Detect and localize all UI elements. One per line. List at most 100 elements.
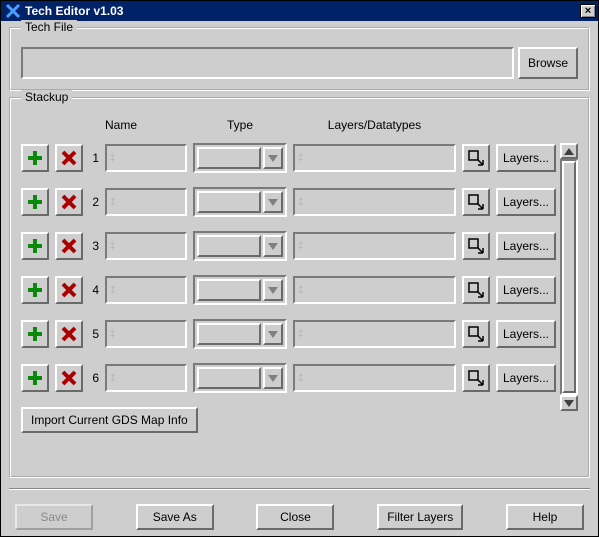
layers-datatypes-input[interactable] [293,276,456,304]
chevron-down-icon [564,400,574,407]
add-row-button[interactable] [21,232,49,260]
plus-icon [26,193,44,211]
name-input[interactable] [105,320,187,348]
stackup-legend: Stackup [21,90,72,104]
type-display [197,235,261,257]
add-row-button[interactable] [21,364,49,392]
type-dropdown[interactable] [193,363,287,393]
save-as-button[interactable]: Save As [136,504,214,530]
stackup-row: 4 Layers... [21,275,556,305]
add-row-button[interactable] [21,320,49,348]
save-button[interactable]: Save [15,504,93,530]
techfile-group: Tech File Browse [9,27,590,91]
plus-icon [26,281,44,299]
scroll-down-button[interactable] [560,395,578,411]
dropdown-arrow-button[interactable] [263,147,283,169]
row-number: 1 [89,151,99,165]
delete-row-button[interactable] [55,144,83,172]
app-icon [5,3,21,19]
plus-icon [26,369,44,387]
browse-button[interactable]: Browse [518,47,578,79]
pick-layers-button[interactable] [462,364,490,392]
dropdown-arrow-button[interactable] [263,191,283,213]
pick-layers-button[interactable] [462,320,490,348]
layers-button[interactable]: Layers... [496,232,556,260]
plus-icon [26,237,44,255]
name-input[interactable] [105,364,187,392]
pick-layers-button[interactable] [462,188,490,216]
techfile-path-input[interactable] [21,47,514,79]
import-gds-button[interactable]: Import Current GDS Map Info [21,407,198,433]
type-dropdown[interactable] [193,319,287,349]
row-number: 3 [89,239,99,253]
pick-layers-button[interactable] [462,144,490,172]
x-icon [60,149,78,167]
layers-button[interactable]: Layers... [496,276,556,304]
scroll-trough[interactable] [560,159,578,395]
layers-datatypes-input[interactable] [293,232,456,260]
dropdown-arrow-button[interactable] [263,367,283,389]
filter-layers-button[interactable]: Filter Layers [377,504,463,530]
bottom-button-bar: Save Save As Close Filter Layers Help [9,496,590,532]
dropdown-arrow-button[interactable] [263,279,283,301]
x-icon [60,281,78,299]
name-input[interactable] [105,276,187,304]
window-close-button[interactable]: × [580,4,596,18]
layers-datatypes-input[interactable] [293,144,456,172]
row-number: 5 [89,327,99,341]
stackup-row: 3 Layers... [21,231,556,261]
type-display [197,323,261,345]
window-title: Tech Editor v1.03 [25,4,580,18]
type-dropdown[interactable] [193,143,287,173]
delete-row-button[interactable] [55,232,83,260]
chevron-down-icon [268,155,278,162]
name-input[interactable] [105,232,187,260]
dropdown-arrow-button[interactable] [263,323,283,345]
layers-datatypes-input[interactable] [293,364,456,392]
row-number: 4 [89,283,99,297]
stackup-row: 2 Layers... [21,187,556,217]
layers-button[interactable]: Layers... [496,144,556,172]
plus-icon [26,325,44,343]
type-display [197,367,261,389]
pick-layers-button[interactable] [462,232,490,260]
scroll-up-button[interactable] [560,143,578,159]
type-dropdown[interactable] [193,275,287,305]
delete-row-button[interactable] [55,320,83,348]
name-input[interactable] [105,144,187,172]
type-dropdown[interactable] [193,231,287,261]
delete-row-button[interactable] [55,188,83,216]
tech-editor-window: Tech Editor v1.03 × Tech File Browse Sta… [0,0,599,537]
layers-button[interactable]: Layers... [496,188,556,216]
stackup-scrollbar[interactable] [560,143,578,411]
layers-button[interactable]: Layers... [496,364,556,392]
titlebar[interactable]: Tech Editor v1.03 × [1,1,598,21]
stackup-group: Stackup Name Type Layers/Datatypes [9,97,590,478]
stackup-row: 6 Layers... [21,363,556,393]
add-row-button[interactable] [21,276,49,304]
layers-button[interactable]: Layers... [496,320,556,348]
header-name: Name [105,118,187,132]
x-icon [60,369,78,387]
type-dropdown[interactable] [193,187,287,217]
pick-arrow-icon [467,369,485,387]
scroll-thumb[interactable] [562,161,576,393]
delete-row-button[interactable] [55,276,83,304]
pick-layers-button[interactable] [462,276,490,304]
chevron-up-icon [564,148,574,155]
delete-row-button[interactable] [55,364,83,392]
x-icon [60,193,78,211]
layers-datatypes-input[interactable] [293,188,456,216]
add-row-button[interactable] [21,188,49,216]
add-row-button[interactable] [21,144,49,172]
techfile-legend: Tech File [21,20,77,34]
close-button[interactable]: Close [256,504,334,530]
stackup-rows: Name Type Layers/Datatypes 1 [21,117,556,433]
client-area: Tech File Browse Stackup Name Type Layer… [1,21,598,536]
layers-datatypes-input[interactable] [293,320,456,348]
dropdown-arrow-button[interactable] [263,235,283,257]
stackup-row: 5 Layers... [21,319,556,349]
help-button[interactable]: Help [506,504,584,530]
name-input[interactable] [105,188,187,216]
pick-arrow-icon [467,281,485,299]
